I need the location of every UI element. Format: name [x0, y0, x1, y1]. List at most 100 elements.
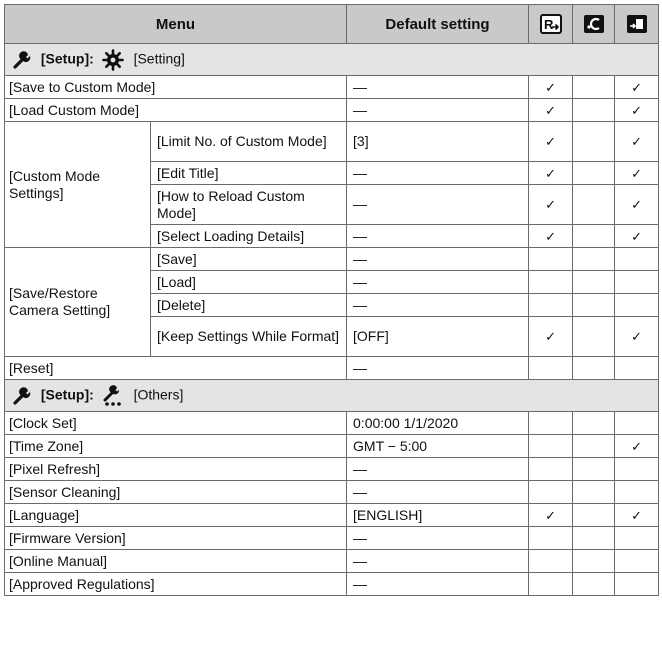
- empty-cell: [614, 270, 660, 294]
- table-row: [Load Custom Mode] — ✓ ✓: [3, 98, 660, 122]
- row-default: —: [346, 98, 530, 122]
- empty-cell: [614, 457, 660, 481]
- table-row: [Firmware Version] —: [3, 526, 660, 550]
- table-row: [Time Zone] GMT − 5:00 ✓: [3, 434, 660, 458]
- row-label: [How to Reload Custom Mode]: [149, 184, 348, 225]
- empty-cell: [528, 480, 574, 504]
- empty-cell: [614, 247, 660, 271]
- row-default: [OFF]: [346, 316, 530, 357]
- empty-cell: [572, 224, 616, 248]
- row-default: —: [346, 293, 530, 317]
- row-default: —: [346, 75, 530, 99]
- check-mark: ✓: [614, 184, 660, 225]
- empty-cell: [614, 572, 660, 596]
- row-label: [Select Loading Details]: [149, 224, 348, 248]
- check-mark: ✓: [614, 224, 660, 248]
- row-label: [Sensor Cleaning]: [3, 480, 348, 504]
- row-default: —: [346, 480, 530, 504]
- empty-cell: [614, 411, 660, 435]
- empty-cell: [528, 549, 574, 573]
- table-row: [Language] [ENGLISH] ✓ ✓: [3, 503, 660, 527]
- row-default: —: [346, 224, 530, 248]
- table-header-row: Menu Default setting R: [3, 4, 660, 44]
- row-label: [Time Zone]: [3, 434, 348, 458]
- table-row: [Save/Restore Camera Setting] [Save] —: [4, 247, 660, 357]
- empty-cell: [572, 98, 616, 122]
- check-mark: ✓: [614, 121, 660, 162]
- row-label: [Save to Custom Mode]: [3, 75, 348, 99]
- row-default: —: [346, 526, 530, 550]
- section-setting-sub: [Setting]: [133, 50, 185, 67]
- check-mark: ✓: [528, 161, 574, 185]
- empty-cell: [572, 411, 616, 435]
- section-others-sub: [Others]: [133, 386, 184, 403]
- wrench-icon: [13, 50, 31, 69]
- row-default: —: [346, 270, 530, 294]
- table-row: [Sensor Cleaning] —: [3, 480, 660, 504]
- empty-cell: [614, 356, 660, 380]
- empty-cell: [614, 549, 660, 573]
- empty-cell: [572, 572, 616, 596]
- reset-icon: [583, 15, 604, 33]
- check-mark: ✓: [528, 316, 574, 357]
- custom-mode-icon: R: [539, 14, 562, 34]
- gear-icon: [101, 48, 124, 71]
- empty-cell: [528, 247, 574, 271]
- empty-cell: [572, 480, 616, 504]
- menu-column-header: Menu: [3, 4, 348, 44]
- menu-settings-table: Menu Default setting R [Setup]: [Setting…: [3, 4, 660, 596]
- empty-cell: [528, 457, 574, 481]
- empty-cell: [572, 356, 616, 380]
- empty-cell: [572, 503, 616, 527]
- row-label: [Edit Title]: [149, 161, 348, 185]
- row-default: —: [346, 356, 530, 380]
- row-default: [3]: [346, 121, 530, 162]
- empty-cell: [572, 434, 616, 458]
- table-row: [Clock Set] 0:00:00 1/1/2020: [3, 411, 660, 435]
- row-default: —: [346, 247, 530, 271]
- empty-cell: [572, 161, 616, 185]
- empty-cell: [572, 316, 616, 357]
- row-label: [Limit No. of Custom Mode]: [149, 121, 348, 162]
- empty-cell: [528, 411, 574, 435]
- save-restore-column-header: [614, 4, 660, 44]
- section-setting-label: [Setup]:: [40, 50, 94, 67]
- empty-cell: [614, 480, 660, 504]
- row-label: [Keep Settings While Format]: [149, 316, 348, 357]
- empty-cell: [528, 572, 574, 596]
- default-setting-column-header: Default setting: [346, 4, 530, 44]
- check-mark: ✓: [614, 98, 660, 122]
- empty-cell: [572, 293, 616, 317]
- check-mark: ✓: [528, 121, 574, 162]
- others-icon: [103, 384, 121, 406]
- empty-cell: [614, 293, 660, 317]
- custom-mode-column-header: R: [528, 4, 574, 44]
- section-header-others: [Setup]: [Others]: [3, 379, 660, 412]
- table-row: [Approved Regulations] —: [3, 572, 660, 596]
- check-mark: ✓: [614, 434, 660, 458]
- row-label: [Reset]: [3, 356, 348, 380]
- row-label: [Pixel Refresh]: [3, 457, 348, 481]
- table-row: [Reset] —: [3, 356, 660, 380]
- section-header-setting: [Setup]: [Setting]: [3, 43, 660, 76]
- empty-cell: [572, 184, 616, 225]
- table-row: [Pixel Refresh] —: [3, 457, 660, 481]
- row-default: [ENGLISH]: [346, 503, 530, 527]
- empty-cell: [528, 293, 574, 317]
- table-row: [Online Manual] —: [3, 549, 660, 573]
- row-label: [Online Manual]: [3, 549, 348, 573]
- group-label-custom-mode-settings: [Custom Mode Settings]: [4, 121, 151, 248]
- check-mark: ✓: [528, 184, 574, 225]
- row-label: [Firmware Version]: [3, 526, 348, 550]
- empty-cell: [572, 549, 616, 573]
- empty-cell: [528, 526, 574, 550]
- save-restore-icon: [626, 15, 647, 33]
- empty-cell: [528, 270, 574, 294]
- row-default: GMT − 5:00: [346, 434, 530, 458]
- row-default: —: [346, 457, 530, 481]
- row-default: —: [346, 161, 530, 185]
- check-mark: ✓: [528, 224, 574, 248]
- check-mark: ✓: [528, 75, 574, 99]
- check-mark: ✓: [614, 161, 660, 185]
- empty-cell: [572, 247, 616, 271]
